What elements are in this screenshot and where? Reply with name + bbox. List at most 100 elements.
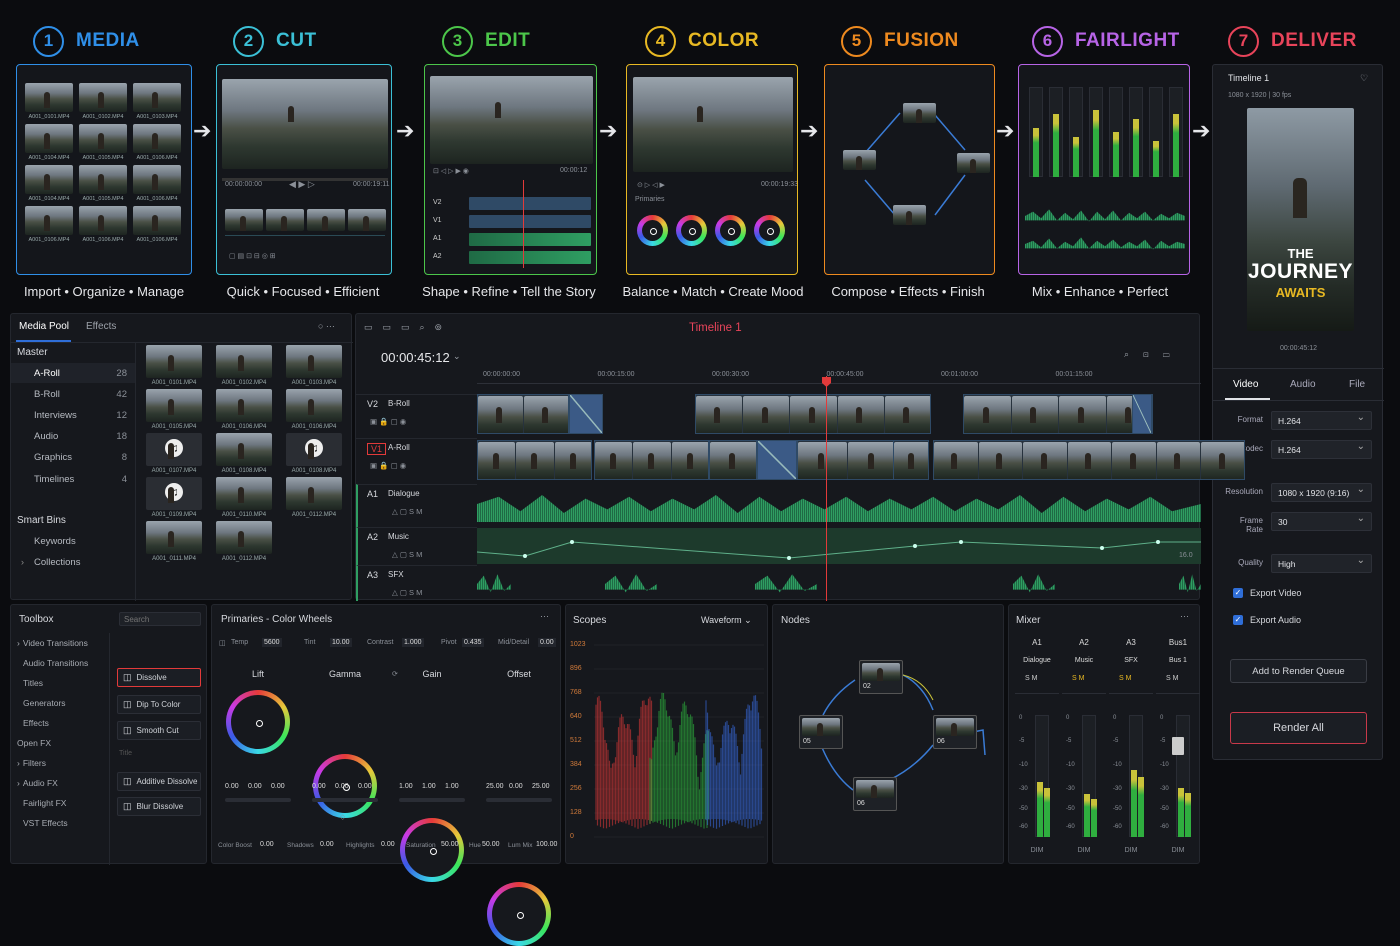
deliver-field-resolution[interactable]: 1080 x 1920 (9:16): [1271, 483, 1372, 502]
fusion-node[interactable]: [903, 103, 936, 123]
edit-card[interactable]: ⊡ ◁ ▷ ▶ ◉ 00:00:12 V2 V1 A1 A2: [424, 64, 597, 275]
track-controls-icons[interactable]: △ ▢ S M: [392, 507, 422, 516]
effect-dip-to-color[interactable]: ◫ Dip To Color: [117, 695, 201, 714]
deliver-field-codec[interactable]: H.264: [1271, 440, 1372, 459]
color-wheel-offset[interactable]: [487, 882, 551, 946]
deliver-tab-video[interactable]: Video: [1233, 379, 1258, 390]
toolbox-item-video-transitions[interactable]: › Video Transitions: [17, 638, 88, 648]
clip-thumbnail[interactable]: A001_0112.MP4: [216, 521, 272, 562]
wheel-slider[interactable]: [399, 798, 465, 802]
color-wheel[interactable]: [637, 215, 668, 246]
timeline-clip[interactable]: [1132, 394, 1152, 434]
media-thumb[interactable]: A001_0103.MP4: [133, 83, 181, 120]
stage-header-deliver[interactable]: 7 DELIVER: [1228, 24, 1357, 58]
smart-bin-collections[interactable]: › Collections: [11, 552, 135, 572]
sfx-clip[interactable]: [1013, 574, 1055, 593]
toolbox-item-open-fx[interactable]: Open FX: [17, 738, 51, 748]
timeline-clip[interactable]: [569, 394, 603, 434]
wheel-value[interactable]: 1.00: [399, 783, 413, 790]
media-pool-tab-media-pool[interactable]: Media Pool: [19, 321, 69, 332]
toolbox-item-filters[interactable]: › Filters: [17, 758, 46, 768]
stage-header-cut[interactable]: 2 CUT: [233, 24, 317, 58]
stage-header-fusion[interactable]: 5 FUSION: [841, 24, 959, 58]
track-id[interactable]: V2: [367, 399, 378, 409]
toolbox-item-generators[interactable]: Generators: [23, 698, 66, 708]
wheel-value[interactable]: 1.00: [445, 783, 459, 790]
reset-icon[interactable]: ⟳: [392, 670, 398, 678]
track-controls-icons[interactable]: △ ▢ S M: [392, 588, 422, 597]
clip-thumbnail[interactable]: A001_0112.MP4: [286, 477, 342, 518]
fader-knob[interactable]: [1172, 737, 1184, 755]
toolbox-item-vst-effects[interactable]: VST Effects: [23, 818, 68, 828]
bottom-param-value[interactable]: 100.00: [536, 841, 557, 848]
timeline-toolbar-icons[interactable]: ▭▭▭⌕⊚: [364, 322, 452, 333]
playhead[interactable]: [826, 376, 827, 601]
wheel-value[interactable]: 0.00: [509, 783, 523, 790]
timeline-clip[interactable]: [594, 440, 709, 480]
timeline-clip[interactable]: [695, 394, 931, 434]
stage-header-edit[interactable]: 3 EDIT: [442, 24, 530, 58]
clip-thumbnail[interactable]: ♫ A001_0109.MP4: [146, 477, 202, 518]
wheel-slider[interactable]: [225, 798, 291, 802]
clip-thumbnail[interactable]: ♫ A001_0107.MP4: [146, 433, 202, 474]
timeline-view-icons[interactable]: ⌕⊡▭: [1124, 349, 1184, 360]
fairlight-card[interactable]: [1018, 64, 1190, 275]
clip-thumbnail[interactable]: A001_0101.MP4: [146, 345, 202, 386]
color-wheel[interactable]: [715, 215, 746, 246]
clip-thumbnail[interactable]: A001_0108.MP4: [216, 433, 272, 474]
toolbox-item-titles[interactable]: Titles: [23, 678, 43, 688]
clip-thumbnail[interactable]: A001_0110.MP4: [216, 477, 272, 518]
effect-dissolve[interactable]: ◫ Dissolve: [117, 668, 201, 687]
sfx-clip[interactable]: [1179, 574, 1201, 593]
sfx-clip[interactable]: [755, 574, 817, 593]
toolbox-search-input[interactable]: [119, 612, 201, 626]
color-wheel-gain[interactable]: [400, 818, 464, 882]
color-node[interactable]: 06: [853, 777, 897, 811]
color-card[interactable]: 00:00:19:33 ⊙ ▷ ◁ ▶ Primaries: [626, 64, 798, 275]
track-controls-icons[interactable]: ▣ 🔒 ▢ ◉: [370, 417, 406, 426]
clip-thumbnail[interactable]: A001_0106.MP4: [216, 389, 272, 430]
dim-button[interactable]: DIM: [1156, 847, 1200, 854]
media-thumb[interactable]: A001_0104.MP4: [25, 124, 73, 161]
color-wheel[interactable]: [754, 215, 785, 246]
stage-header-color[interactable]: 4 COLOR: [645, 24, 759, 58]
solo-mute-buttons[interactable]: S M: [1166, 675, 1178, 682]
deliver-tab-file[interactable]: File: [1349, 379, 1365, 390]
music-volume-curve[interactable]: [477, 528, 1201, 564]
color-node[interactable]: 02: [859, 660, 903, 694]
sfx-clip[interactable]: [605, 574, 657, 593]
scope-mode-select[interactable]: Waveform ⌄: [701, 615, 752, 626]
fusion-node[interactable]: [893, 205, 926, 225]
deliver-field-quality[interactable]: High: [1271, 554, 1372, 573]
wheel-slider[interactable]: [486, 798, 552, 802]
fusion-node[interactable]: [957, 153, 990, 173]
fusion-node[interactable]: [843, 150, 876, 170]
wheel-value[interactable]: 0.00: [312, 783, 326, 790]
more-icon[interactable]: ···: [540, 611, 549, 621]
add-to-render-queue-button[interactable]: Add to Render Queue: [1230, 659, 1367, 683]
toolbox-item-audio-transitions[interactable]: Audio Transitions: [23, 658, 88, 668]
bottom-param-value[interactable]: 0.00: [260, 841, 274, 848]
deliver-field-format[interactable]: H.264: [1271, 411, 1372, 430]
cut-card[interactable]: 00:00:00:00 ◀ ▶ ▷ 00:00:19:11 ▢ ▤ ⊡ ⊟ ◎ …: [216, 64, 392, 275]
bottom-param-value[interactable]: 0.00: [320, 841, 334, 848]
wheel-value[interactable]: 0.00: [248, 783, 262, 790]
track-controls-icons[interactable]: ▣ 🔒 ▢ ◉: [370, 461, 406, 470]
clip-thumbnail[interactable]: ♫ A001_0108.MP4: [286, 433, 342, 474]
timeline-clip[interactable]: [933, 440, 1245, 480]
media-thumb[interactable]: A001_0104.MP4: [25, 165, 73, 202]
temp-icon[interactable]: ◫: [219, 639, 226, 647]
track-id[interactable]: A1: [367, 489, 378, 499]
timeline-clip[interactable]: [477, 440, 592, 480]
playhead-handle[interactable]: [822, 377, 831, 387]
bin-timelines[interactable]: Timelines 4: [11, 469, 135, 489]
wheel-value[interactable]: 0.00: [271, 783, 285, 790]
clip-thumbnail[interactable]: A001_0106.MP4: [286, 389, 342, 430]
heart-icon[interactable]: ♡: [1360, 73, 1368, 84]
effect-blur-dissolve[interactable]: ◫ Blur Dissolve: [117, 797, 201, 816]
media-thumb[interactable]: A001_0102.MP4: [79, 83, 127, 120]
clip-thumbnail[interactable]: A001_0103.MP4: [286, 345, 342, 386]
param-value[interactable]: 5600: [262, 638, 282, 647]
stage-header-fairlight[interactable]: 6 FAIRLIGHT: [1032, 24, 1180, 58]
media-thumb[interactable]: A001_0106.MP4: [133, 124, 181, 161]
